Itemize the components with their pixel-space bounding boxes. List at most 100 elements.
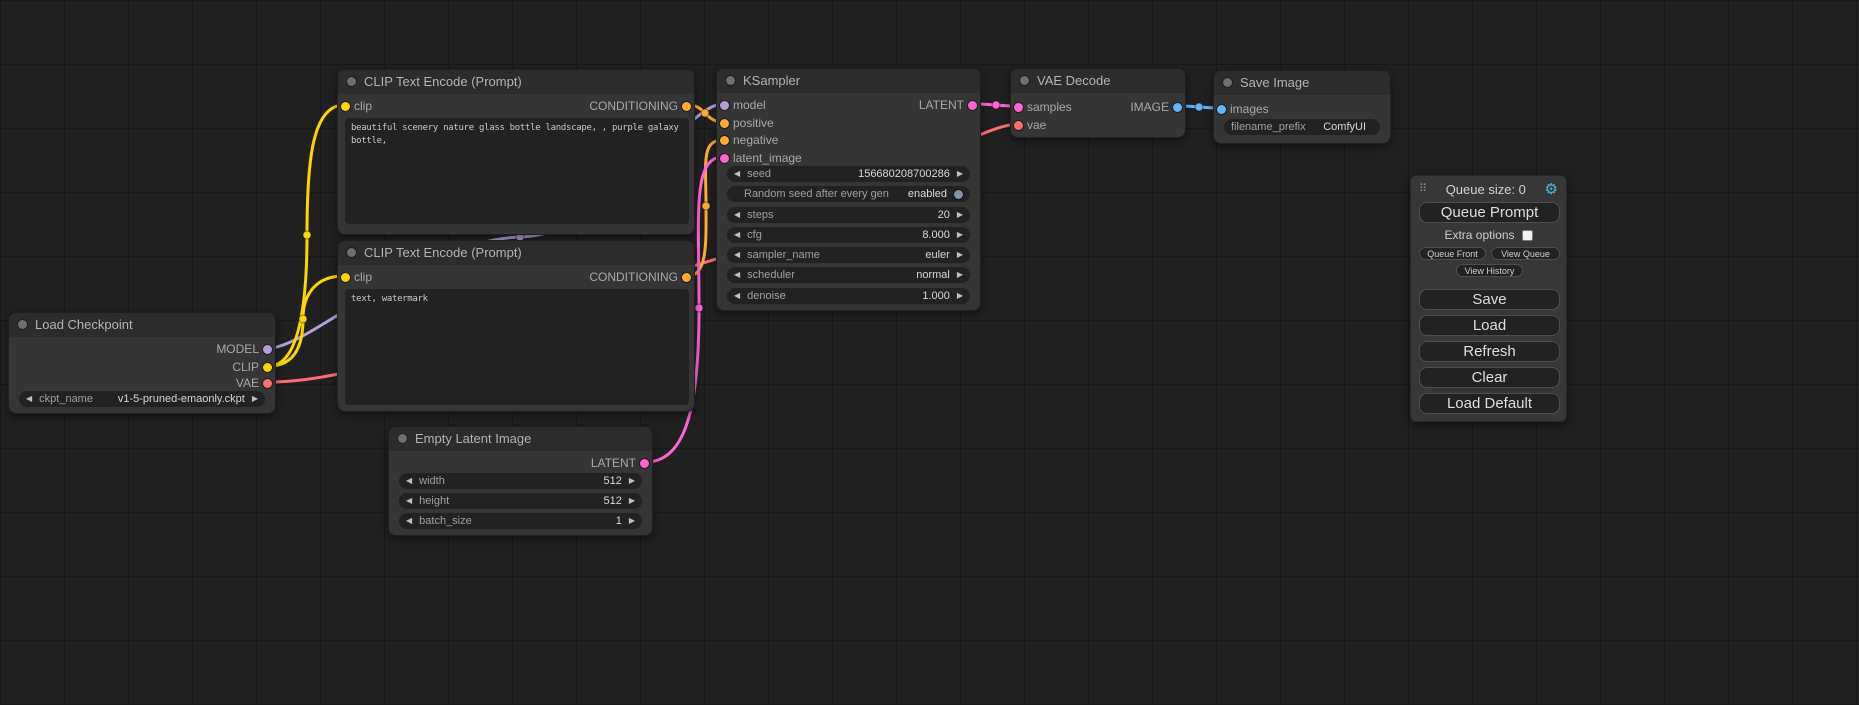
widget-name: width	[419, 475, 445, 487]
node-titlebar[interactable]: VAE Decode	[1011, 69, 1185, 93]
increment-icon[interactable]: ▶	[957, 288, 963, 304]
increment-icon[interactable]: ▶	[957, 207, 963, 223]
node-titlebar[interactable]: CLIP Text Encode (Prompt)	[338, 70, 694, 94]
view-queue-button[interactable]: View Queue	[1491, 247, 1560, 260]
load-button[interactable]: Load	[1419, 315, 1560, 336]
widget-sampler-name[interactable]: ◀ sampler_name euler ▶	[727, 247, 970, 263]
settings-gear-icon[interactable]: ⚙	[1545, 182, 1558, 197]
toggle-dot-icon[interactable]	[954, 190, 963, 199]
input-slot-model[interactable]	[720, 101, 729, 110]
widget-width[interactable]: ◀ width 512 ▶	[399, 473, 642, 489]
save-button[interactable]: Save	[1419, 289, 1560, 310]
input-slot-clip[interactable]	[341, 273, 350, 282]
output-row-latent: LATENT	[389, 455, 652, 471]
node-vae-decode[interactable]: VAE Decode samples IMAGE vae	[1010, 68, 1186, 138]
increment-icon[interactable]: ▶	[957, 227, 963, 243]
collapse-dot-icon[interactable]	[347, 77, 356, 86]
node-clip-text-encode-positive[interactable]: CLIP Text Encode (Prompt) clip CONDITION…	[337, 69, 695, 235]
queue-prompt-button[interactable]: Queue Prompt	[1419, 202, 1560, 223]
node-clip-text-encode-negative[interactable]: CLIP Text Encode (Prompt) clip CONDITION…	[337, 240, 695, 412]
widget-cfg[interactable]: ◀ cfg 8.000 ▶	[727, 227, 970, 243]
node-save-image[interactable]: Save Image images filename_prefix ComfyU…	[1213, 70, 1391, 144]
queue-menu-panel: ⠿ Queue size: 0 ⚙ Queue Prompt Extra opt…	[1410, 175, 1567, 422]
increment-icon[interactable]: ▶	[629, 513, 635, 529]
node-titlebar[interactable]: Empty Latent Image	[389, 427, 652, 451]
output-row-model: MODEL	[9, 341, 275, 357]
decrement-icon[interactable]: ◀	[734, 267, 740, 283]
increment-icon[interactable]: ▶	[957, 247, 963, 263]
extra-options-checkbox[interactable]	[1522, 230, 1533, 241]
input-slot-samples[interactable]	[1014, 103, 1023, 112]
input-slot-clip[interactable]	[341, 102, 350, 111]
view-history-button[interactable]: View History	[1456, 264, 1523, 277]
node-title: VAE Decode	[1037, 73, 1110, 88]
increment-icon[interactable]: ▶	[629, 493, 635, 509]
input-slot-images[interactable]	[1217, 105, 1226, 114]
collapse-dot-icon[interactable]	[398, 434, 407, 443]
node-ksampler[interactable]: KSampler model LATENT positive negative …	[716, 68, 981, 311]
collapse-dot-icon[interactable]	[1020, 76, 1029, 85]
output-slot-image[interactable]	[1173, 103, 1182, 112]
load-default-button[interactable]: Load Default	[1419, 393, 1560, 414]
widget-seed[interactable]: ◀ seed 156680208700286 ▶	[727, 166, 970, 182]
output-slot-conditioning[interactable]	[682, 273, 691, 282]
widget-value: v1-5-pruned-emaonly.ckpt	[118, 393, 245, 405]
input-slot-positive[interactable]	[720, 119, 729, 128]
decrement-icon[interactable]: ◀	[406, 513, 412, 529]
clear-button[interactable]: Clear	[1419, 367, 1560, 388]
widget-value: 8.000	[922, 229, 950, 241]
output-slot-conditioning[interactable]	[682, 102, 691, 111]
input-label-images: images	[1230, 101, 1269, 117]
node-titlebar[interactable]: KSampler	[717, 69, 980, 93]
output-slot-model[interactable]	[263, 345, 272, 354]
input-slot-negative[interactable]	[720, 136, 729, 145]
increment-icon[interactable]: ▶	[957, 267, 963, 283]
prompt-textarea[interactable]: text, watermark	[345, 289, 689, 405]
node-title: Load Checkpoint	[35, 317, 133, 332]
widget-value: 1	[616, 515, 622, 527]
node-titlebar[interactable]: Save Image	[1214, 71, 1390, 95]
collapse-dot-icon[interactable]	[726, 76, 735, 85]
decrement-icon[interactable]: ◀	[406, 473, 412, 489]
increment-icon[interactable]: ▶	[629, 473, 635, 489]
widget-height[interactable]: ◀ height 512 ▶	[399, 493, 642, 509]
widget-ckpt-name[interactable]: ◀ ckpt_name v1-5-pruned-emaonly.ckpt ▶	[19, 391, 265, 407]
drag-handle-icon[interactable]: ⠿	[1419, 184, 1427, 195]
output-label-conditioning: CONDITIONING	[589, 98, 678, 114]
output-label-model: MODEL	[216, 341, 259, 357]
decrement-icon[interactable]: ◀	[734, 207, 740, 223]
input-slot-latent-image[interactable]	[720, 154, 729, 163]
collapse-dot-icon[interactable]	[1223, 78, 1232, 87]
output-slot-vae[interactable]	[263, 379, 272, 388]
output-slot-clip[interactable]	[263, 363, 272, 372]
node-load-checkpoint[interactable]: Load Checkpoint MODEL CLIP VAE ◀ ckpt_na…	[8, 312, 276, 414]
widget-batch-size[interactable]: ◀ batch_size 1 ▶	[399, 513, 642, 529]
refresh-button[interactable]: Refresh	[1419, 341, 1560, 362]
increment-icon[interactable]: ▶	[957, 166, 963, 182]
decrement-icon[interactable]: ◀	[734, 227, 740, 243]
widget-steps[interactable]: ◀ steps 20 ▶	[727, 207, 970, 223]
increment-icon[interactable]: ▶	[252, 391, 258, 407]
widget-scheduler[interactable]: ◀ scheduler normal ▶	[727, 267, 970, 283]
collapse-dot-icon[interactable]	[347, 248, 356, 257]
widget-denoise[interactable]: ◀ denoise 1.000 ▶	[727, 288, 970, 304]
widget-random-seed-toggle[interactable]: Random seed after every gen enabled	[727, 186, 970, 202]
decrement-icon[interactable]: ◀	[734, 166, 740, 182]
decrement-icon[interactable]: ◀	[734, 247, 740, 263]
node-empty-latent-image[interactable]: Empty Latent Image LATENT ◀ width 512 ▶ …	[388, 426, 653, 536]
slot-row: clip CONDITIONING	[338, 269, 694, 285]
queue-front-button[interactable]: Queue Front	[1419, 247, 1486, 260]
decrement-icon[interactable]: ◀	[26, 391, 32, 407]
collapse-dot-icon[interactable]	[18, 320, 27, 329]
decrement-icon[interactable]: ◀	[406, 493, 412, 509]
output-slot-latent[interactable]	[640, 459, 649, 468]
widget-name: filename_prefix	[1231, 121, 1306, 133]
widget-value: enabled	[908, 188, 947, 200]
node-titlebar[interactable]: Load Checkpoint	[9, 313, 275, 337]
decrement-icon[interactable]: ◀	[734, 288, 740, 304]
node-titlebar[interactable]: CLIP Text Encode (Prompt)	[338, 241, 694, 265]
prompt-textarea[interactable]: beautiful scenery nature glass bottle la…	[345, 118, 689, 224]
input-slot-vae[interactable]	[1014, 121, 1023, 130]
output-slot-latent[interactable]	[968, 101, 977, 110]
widget-filename-prefix[interactable]: filename_prefix ComfyUI	[1224, 119, 1380, 135]
